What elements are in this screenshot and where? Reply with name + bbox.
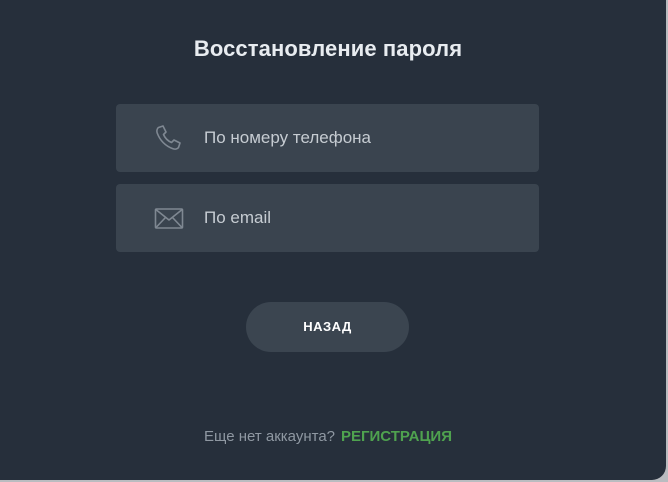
recover-by-email-option[interactable]: По email — [116, 184, 539, 252]
register-prompt: Еще нет аккаунта? РЕГИСТРАЦИЯ — [0, 428, 656, 445]
phone-icon — [154, 124, 184, 152]
back-button[interactable]: НАЗАД — [246, 302, 409, 352]
register-link[interactable]: РЕГИСТРАЦИЯ — [341, 428, 452, 445]
password-recovery-modal: Восстановление пароля По номеру телефона… — [0, 0, 666, 480]
recover-by-phone-option[interactable]: По номеру телефона — [116, 104, 539, 172]
recover-by-phone-label: По номеру телефона — [204, 128, 372, 147]
recover-by-email-label: По email — [204, 208, 272, 227]
page-title: Восстановление пароля — [193, 36, 463, 61]
no-account-text: Еще нет аккаунта? — [204, 428, 336, 445]
envelope-icon — [154, 204, 184, 232]
